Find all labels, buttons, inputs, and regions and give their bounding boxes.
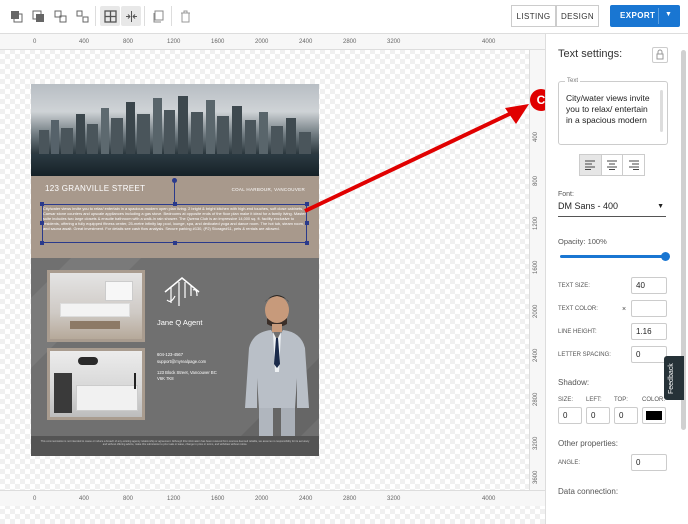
clear-color-icon[interactable]: × [622,306,626,313]
feedback-button[interactable]: Feedback [664,356,684,400]
panel-title: Text settings: [558,48,623,60]
angle-input[interactable]: 0 [631,454,667,471]
shadow-left-input[interactable]: 0 [586,407,610,424]
group-icon[interactable] [50,6,70,26]
shadow-color-label: COLOR: [642,397,666,403]
toolbar-divider [144,6,145,26]
align-center-text-icon[interactable] [602,155,624,175]
align-center-icon[interactable] [121,6,141,26]
export-label: EXPORT [620,11,656,20]
send-back-icon[interactable] [28,6,48,26]
shadow-size-input[interactable]: 0 [558,407,582,424]
shadow-top-input[interactable]: 0 [614,407,638,424]
shadow-left-label: LEFT: [586,397,602,403]
chevron-down-icon[interactable]: ▼ [665,11,672,18]
slider-knob[interactable] [661,252,670,261]
grid-icon[interactable] [100,6,120,26]
text-size-label: TEXT SIZE: [558,283,590,289]
text-color-swatch[interactable] [631,300,667,317]
text-size-input[interactable]: 40 [631,277,667,294]
text-field-value[interactable]: City/water views invite you to relax/ en… [566,93,654,126]
duplicate-icon[interactable] [148,6,168,26]
font-label: Font: [558,191,574,198]
export-button[interactable]: EXPORT ▼ [610,5,680,27]
shadow-top-label: TOP: [614,397,628,403]
toolbar-divider [171,6,172,26]
shadow-size-label: SIZE: [558,397,574,403]
lock-icon[interactable] [652,47,668,63]
annotation-marker-c: C [530,89,545,111]
toolbar: LISTING DESIGN EXPORT ▼ [0,0,688,34]
shadow-color-swatch[interactable] [642,407,666,424]
letter-spacing-label: LETTER SPACING: [558,352,611,358]
text-color-label: TEXT COLOR: [558,306,598,312]
chevron-down-icon: ▼ [657,203,664,210]
text-field-label: Text [565,78,581,84]
text-align-group [579,154,645,176]
data-connection-label: Data connection: [558,487,619,496]
opacity-label: Opacity: 100% [558,237,607,246]
angle-label: ANGLE: [558,460,581,466]
annotation-arrow [304,104,529,213]
shadow-label: Shadow: [558,378,590,387]
listing-button[interactable]: LISTING [511,5,556,27]
toolbar-divider [95,6,96,26]
other-properties-label: Other properties: [558,439,619,448]
letter-spacing-input[interactable]: 0 [631,346,667,363]
ungroup-icon[interactable] [72,6,92,26]
delete-icon[interactable] [175,6,195,26]
align-right-icon[interactable] [623,155,644,175]
design-canvas[interactable]: 0 400 800 1200 1600 2000 2400 2800 3200 … [0,34,545,524]
text-settings-panel: Text settings: Text City/water views inv… [545,34,688,524]
line-height-label: LINE HEIGHT: [558,329,597,335]
design-button[interactable]: DESIGN [556,5,599,27]
bring-front-icon[interactable] [6,6,26,26]
line-height-input[interactable]: 1.16 [631,323,667,340]
font-select-value: DM Sans - 400 [558,201,619,211]
align-left-icon[interactable] [580,155,602,175]
text-content-field[interactable]: Text City/water views invite you to rela… [558,78,668,145]
font-select[interactable]: DM Sans - 400 ▼ [558,201,666,217]
feedback-label: Feedback [668,363,675,394]
opacity-slider[interactable] [560,252,670,261]
export-divider [658,8,659,24]
text-field-scrollbar[interactable] [660,90,663,132]
